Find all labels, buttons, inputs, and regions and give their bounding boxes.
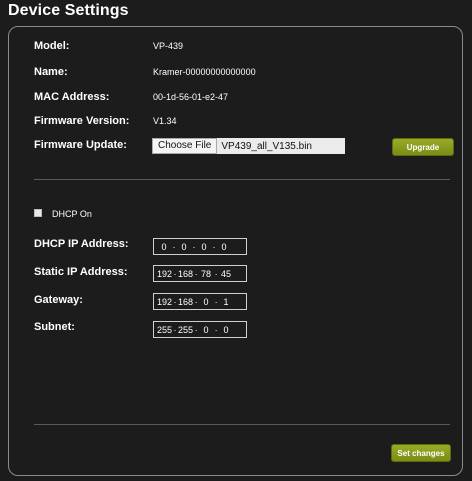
divider xyxy=(34,179,450,180)
name-label: Name: xyxy=(34,66,68,78)
dhcp-checkbox[interactable] xyxy=(34,209,42,217)
ip-octet: 168 xyxy=(178,268,194,279)
static-ip-label: Static IP Address: xyxy=(34,266,128,278)
selected-file-name: VP439_all_V135.bin xyxy=(221,140,312,152)
set-changes-button[interactable]: Set changes xyxy=(391,444,451,462)
page-title: Device Settings xyxy=(8,2,129,19)
model-label: Model: xyxy=(34,40,70,52)
ip-octet: 78 xyxy=(201,268,212,279)
firmware-file-input[interactable]: Choose File VP439_all_V135.bin xyxy=(152,138,345,154)
ip-octet: 0 xyxy=(203,324,209,335)
dhcp-ip-label: DHCP IP Address: xyxy=(34,238,129,250)
name-value: Kramer-00000000000000 xyxy=(153,67,256,77)
ip-octet: 1 xyxy=(223,296,229,307)
firmware-version-label: Firmware Version: xyxy=(34,115,130,127)
ip-octet: 0 xyxy=(181,241,187,252)
firmware-update-label: Firmware Update: xyxy=(34,139,127,151)
gateway-field[interactable]: 192 · 168 · 0 · 1 xyxy=(153,293,247,310)
subnet-label: Subnet: xyxy=(34,321,75,333)
firmware-version-value: V1.34 xyxy=(153,116,177,126)
ip-octet: 192 xyxy=(157,268,173,279)
ip-octet: 45 xyxy=(221,268,232,279)
model-value: VP-439 xyxy=(153,41,184,51)
subnet-field[interactable]: 255 · 255 · 0 · 0 xyxy=(153,321,247,338)
choose-file-button[interactable]: Choose File xyxy=(152,138,218,154)
mac-address-value: 00-1d-56-01-e2-47 xyxy=(153,92,229,102)
ip-octet: 192 xyxy=(157,296,173,307)
ip-octet: 0 xyxy=(161,241,167,252)
ip-octet: 0 xyxy=(201,241,207,252)
ip-octet: 0 xyxy=(223,324,229,335)
dhcp-ip-field[interactable]: 0 · 0 · 0 · 0 xyxy=(153,238,247,255)
gateway-label: Gateway: xyxy=(34,294,83,306)
static-ip-field[interactable]: 192 · 168 · 78 · 45 xyxy=(153,265,247,282)
ip-octet: 255 xyxy=(178,324,194,335)
mac-address-label: MAC Address: xyxy=(34,91,110,103)
ip-octet: 255 xyxy=(157,324,173,335)
upgrade-button[interactable]: Upgrade xyxy=(392,138,454,156)
ip-octet: 0 xyxy=(203,296,209,307)
dhcp-label: DHCP On xyxy=(52,209,92,219)
divider xyxy=(34,424,450,425)
ip-octet: 0 xyxy=(221,241,227,252)
ip-octet: 168 xyxy=(178,296,194,307)
